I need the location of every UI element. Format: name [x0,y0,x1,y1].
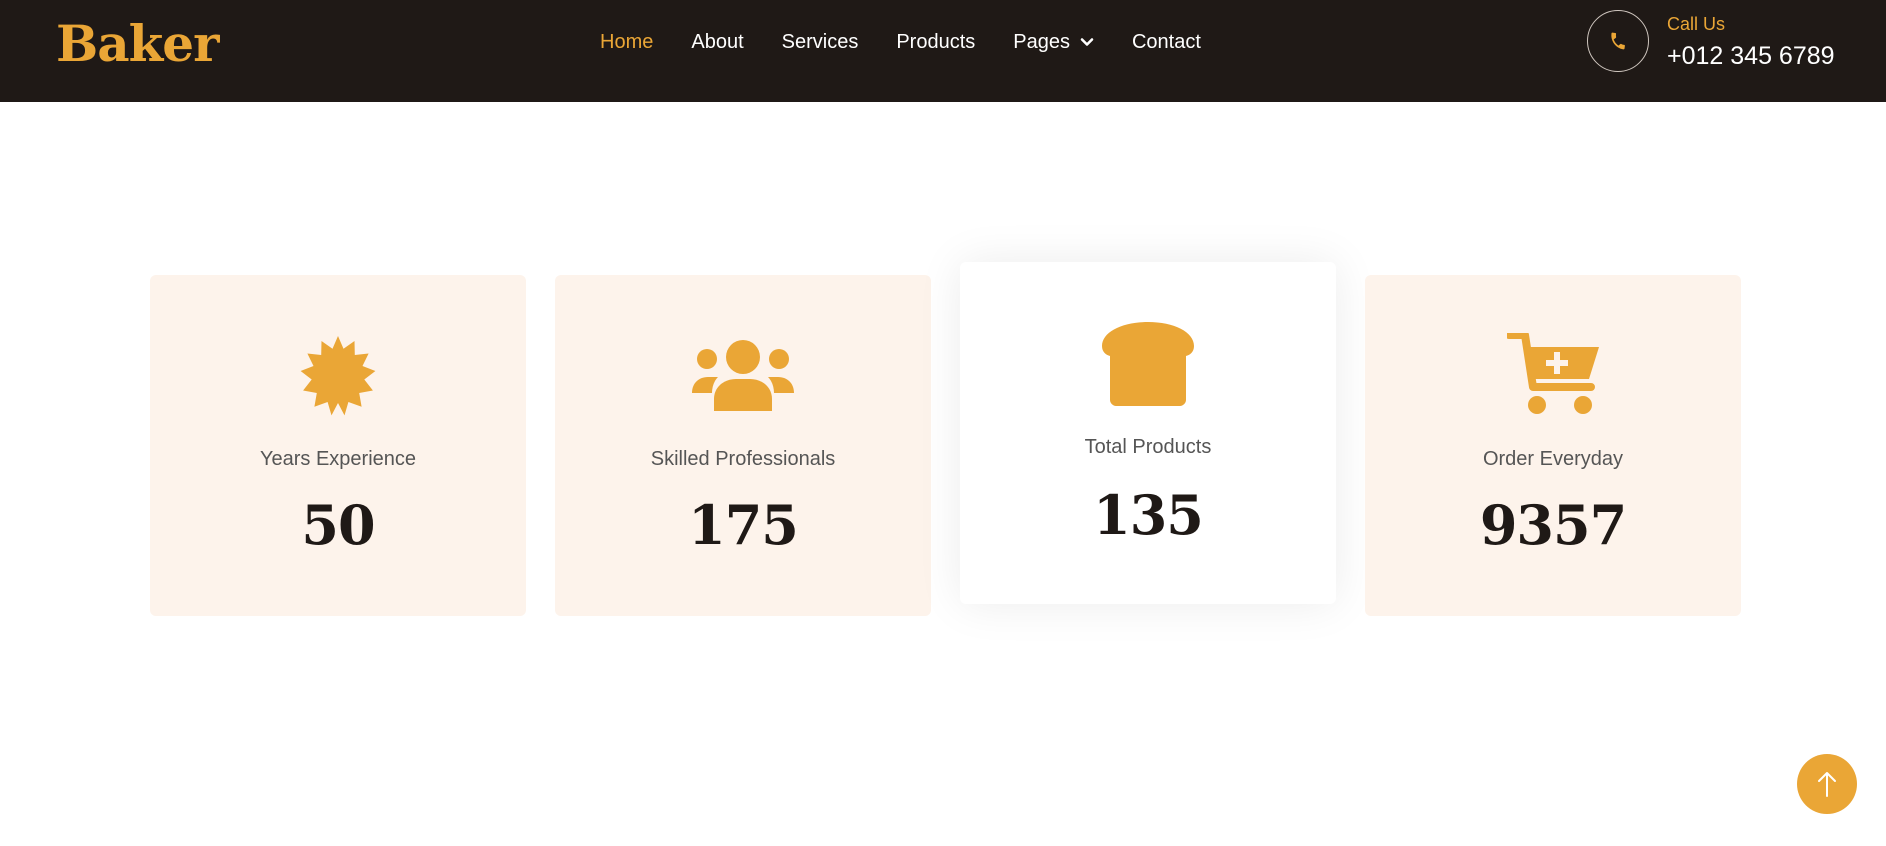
stat-value: 175 [688,493,799,557]
arrow-up-icon [1818,772,1836,797]
nav-pages-label: Pages [1013,31,1070,53]
stat-label: Total Products [1084,436,1212,458]
stat-value: 50 [301,493,375,557]
nav-about[interactable]: About [691,30,743,54]
stat-value: 135 [1093,483,1204,547]
chevron-down-icon [1080,38,1094,46]
stat-card-orders: Order Everyday 9357 [1365,275,1741,616]
cart-plus-icon [1507,333,1599,414]
phone-button[interactable] [1587,10,1649,72]
nav-home[interactable]: Home [600,30,653,54]
stat-label: Years Experience [259,448,417,470]
phone-number[interactable]: +012 345 6789 [1667,42,1835,71]
stat-card-professionals: Skilled Professionals 175 [555,275,931,616]
users-icon [692,340,794,411]
stat-card-products: Total Products 135 [960,262,1336,604]
nav-products[interactable]: Products [896,30,975,54]
phone-icon [1611,32,1625,50]
brand-logo[interactable]: Baker [56,14,219,73]
back-to-top-button[interactable] [1797,754,1857,814]
stat-value: 9357 [1479,493,1627,557]
bread-icon [1102,322,1194,406]
stat-card-experience: Years Experience 50 [150,275,526,616]
nav-services[interactable]: Services [782,30,859,54]
stat-label: Skilled Professionals [650,448,836,470]
navbar: Baker Home About Services Products Pages… [0,0,1886,102]
stat-label: Order Everyday [1482,448,1624,470]
main-nav: Home About Services Products Pages Conta… [600,30,1201,54]
call-us-label: Call Us [1667,14,1726,34]
nav-contact[interactable]: Contact [1132,30,1201,54]
certificate-icon [300,336,376,416]
nav-pages-dropdown[interactable]: Pages [1013,30,1094,54]
